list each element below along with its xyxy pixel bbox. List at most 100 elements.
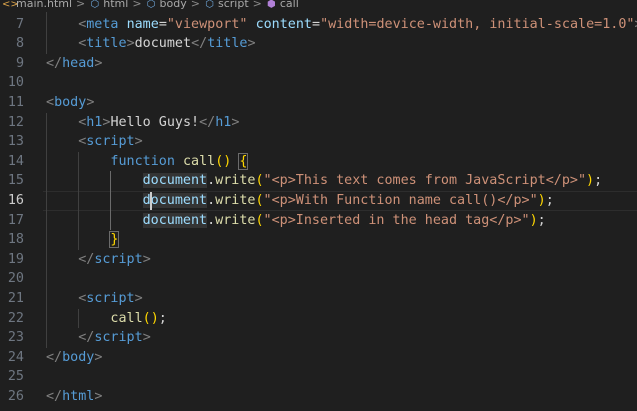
code-token: call <box>182 153 216 169</box>
line-number: 26 <box>7 389 24 404</box>
code-editor[interactable]: 67<meta name="viewport" content="width=d… <box>0 0 637 411</box>
indent-guide <box>46 112 47 348</box>
code-token: write <box>215 173 256 189</box>
code-token: write <box>215 212 256 228</box>
code-line[interactable]: 13 <script> <box>0 132 637 152</box>
code-text: <title>documet</title> <box>78 34 255 54</box>
line-number: 18 <box>7 232 24 248</box>
code-line[interactable]: 12 <h1>Hello Guys!</h1> <box>0 113 637 133</box>
code-token: () <box>142 310 159 326</box>
code-token: . <box>207 212 216 228</box>
code-token: ( <box>255 193 264 208</box>
code-token: </ <box>78 330 95 346</box>
line-number: 7 <box>15 16 24 32</box>
code-line[interactable]: 8 <title>documet</title> <box>0 34 637 54</box>
code-line[interactable]: 11 <body> <box>0 93 637 113</box>
code-editor-window: 67<meta name="viewport" content="width=d… <box>0 0 637 411</box>
code-token: { <box>238 152 249 170</box>
breadcrumb-item-script[interactable]: ⬡ script <box>204 0 249 11</box>
breadcrumb-item-body[interactable]: ⬡ body <box>146 0 187 11</box>
code-text: document.write("<p>Inserted in the head … <box>142 211 546 231</box>
code-token: ( <box>255 212 264 228</box>
code-token: documet <box>134 36 192 52</box>
breadcrumb-item-file[interactable]: <>main.html <box>0 0 72 11</box>
html-tag-icon: ⬡ <box>146 0 156 10</box>
line-number: 16 <box>7 193 24 208</box>
code-line[interactable]: 20 <box>0 269 637 289</box>
code-line[interactable]: 26 </html> <box>0 387 637 407</box>
code-token: = <box>312 16 321 32</box>
code-text: </script> <box>78 250 151 270</box>
code-token: content <box>255 16 312 32</box>
code-line[interactable]: 17 document.write("<p>Inserted in the hea… <box>0 211 637 231</box>
code-text: } <box>109 230 120 250</box>
code-token: . <box>207 173 216 189</box>
code-token: script <box>86 134 135 150</box>
indent-guide <box>78 308 80 329</box>
code-token: > <box>142 330 151 346</box>
line-number: 22 <box>7 310 24 326</box>
code-line[interactable]: 7 <meta name="viewport" content="width=de… <box>0 15 637 35</box>
code-token: > <box>94 349 103 365</box>
code-text: </head> <box>46 54 102 74</box>
code-token: h1 <box>215 114 232 130</box>
code-line[interactable]: 14 function call() { <box>0 152 637 172</box>
code-text: <h1>Hello Guys!</h1> <box>78 113 239 133</box>
code-token: > <box>94 55 103 71</box>
code-token: title <box>86 36 127 52</box>
indent-guide <box>78 151 80 250</box>
line-number: 23 <box>7 330 24 346</box>
code-token: script <box>86 291 135 306</box>
file-code-icon: <> <box>2 0 19 10</box>
code-token: document <box>142 193 208 208</box>
code-text: <script> <box>78 289 143 309</box>
code-token: ) <box>586 173 595 189</box>
breadcrumb-item-call[interactable]: ⬢ call <box>266 0 299 11</box>
line-number: 8 <box>15 36 24 52</box>
code-token: html <box>62 389 95 404</box>
code-token: ; <box>594 173 603 189</box>
line-number: 21 <box>7 291 24 306</box>
html-tag-icon: ⬡ <box>90 0 100 10</box>
code-text: <meta name="viewport" content="width=dev… <box>78 15 637 35</box>
line-number: 10 <box>7 75 24 91</box>
code-token: ; <box>537 212 546 228</box>
code-token: name <box>126 16 159 32</box>
code-line[interactable]: 16 document.write("<p>With Function name … <box>0 191 637 211</box>
line-number: 12 <box>7 114 24 130</box>
code-line[interactable]: 9 </head> <box>0 54 637 74</box>
code-token: script <box>94 251 143 267</box>
code-line[interactable]: 10 <box>0 73 637 93</box>
code-token: meta <box>86 16 119 32</box>
code-token: head <box>62 55 95 71</box>
code-token: () <box>215 153 232 169</box>
code-line[interactable]: 22 call(); <box>0 309 637 329</box>
code-text: </script> <box>78 328 151 348</box>
code-text: function call() { <box>110 152 249 172</box>
code-line[interactable]: 25 <box>0 367 637 387</box>
code-token: </ <box>199 114 216 130</box>
code-token: script <box>94 330 143 346</box>
code-token: </ <box>46 55 63 71</box>
code-line[interactable]: 18} <box>0 230 637 250</box>
line-number: 20 <box>7 271 24 287</box>
code-line[interactable]: 21 <script> <box>0 289 637 309</box>
line-number: 15 <box>7 173 24 189</box>
code-text: document.write("<p>With Function name ca… <box>142 191 554 211</box>
code-line[interactable]: 15 document.write("<p>This text comes fro… <box>0 171 637 191</box>
code-line[interactable]: 24 </body> <box>0 348 637 368</box>
chevron-right-icon: > <box>190 0 200 10</box>
line-number: 19 <box>7 251 24 267</box>
code-token: } <box>109 231 120 249</box>
code-token: document <box>142 212 208 228</box>
code-line[interactable]: 19 </script> <box>0 250 637 270</box>
line-number: 13 <box>7 134 24 150</box>
code-token: function <box>110 153 175 169</box>
code-line[interactable]: 23 </script> <box>0 328 637 348</box>
code-token: > <box>134 134 143 150</box>
code-text: </html> <box>46 387 102 407</box>
breadcrumb-item-html[interactable]: ⬡ html <box>89 0 128 11</box>
code-token: </ <box>191 36 208 52</box>
